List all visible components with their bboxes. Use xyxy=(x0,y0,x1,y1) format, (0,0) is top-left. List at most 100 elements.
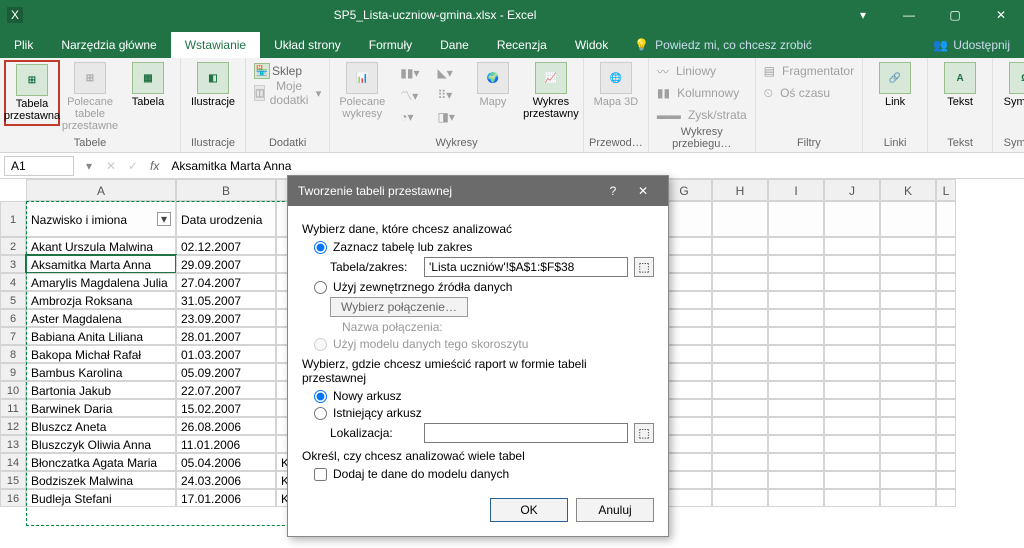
cell[interactable] xyxy=(880,399,936,417)
namebox-dropdown-icon[interactable]: ▾ xyxy=(78,159,100,173)
tab-recenzja[interactable]: Recenzja xyxy=(483,32,561,58)
cell[interactable] xyxy=(936,345,956,363)
cell[interactable] xyxy=(880,363,936,381)
collapse-dialog-icon[interactable]: ⬚ xyxy=(634,257,654,277)
row-header[interactable]: 5 xyxy=(0,291,26,309)
cell[interactable]: Bodziszek Malwina xyxy=(26,471,176,489)
cell[interactable] xyxy=(824,291,880,309)
radio-new-sheet[interactable] xyxy=(314,390,327,403)
close-icon[interactable]: ✕ xyxy=(978,0,1024,30)
cell[interactable]: 02.12.2007 xyxy=(176,237,276,255)
cell[interactable] xyxy=(768,237,824,255)
slicer-button[interactable]: ▤ Fragmentator xyxy=(760,60,858,82)
tab-plik[interactable]: Plik xyxy=(0,32,47,58)
cell[interactable]: Bambus Karolina xyxy=(26,363,176,381)
cell[interactable] xyxy=(880,309,936,327)
row-header[interactable]: 7 xyxy=(0,327,26,345)
cell[interactable] xyxy=(768,471,824,489)
cell[interactable] xyxy=(712,471,768,489)
cell[interactable] xyxy=(712,363,768,381)
sparkline-line-button[interactable]: 〰 Liniowy xyxy=(653,60,751,82)
tab-dane[interactable]: Dane xyxy=(426,32,483,58)
cell[interactable]: 31.05.2007 xyxy=(176,291,276,309)
cell[interactable]: 01.03.2007 xyxy=(176,345,276,363)
cell[interactable] xyxy=(768,453,824,471)
cell[interactable] xyxy=(936,471,956,489)
text-button[interactable]: A Tekst xyxy=(932,60,988,110)
location-input[interactable] xyxy=(424,423,628,443)
header-cell[interactable]: Data urodzenia▾ xyxy=(176,201,276,237)
cancel-formula-icon[interactable]: ✕ xyxy=(100,159,122,173)
header-cell[interactable] xyxy=(936,201,956,237)
cell[interactable] xyxy=(824,417,880,435)
cell[interactable] xyxy=(936,327,956,345)
recommended-charts-button[interactable]: 📊 Polecane wykresy xyxy=(334,60,390,122)
maps-button[interactable]: 🌍 Mapy xyxy=(465,60,521,110)
cell[interactable] xyxy=(936,435,956,453)
cell[interactable]: 05.09.2007 xyxy=(176,363,276,381)
cell[interactable]: 22.07.2007 xyxy=(176,381,276,399)
chart-type-6[interactable]: ◨▾ xyxy=(434,106,459,128)
header-cell[interactable]: Nazwisko i imiona▾ xyxy=(26,201,176,237)
cell[interactable] xyxy=(768,255,824,273)
cell[interactable]: Amarylis Magdalena Julia xyxy=(26,273,176,291)
option-table-range[interactable]: Zaznacz tabelę lub zakres xyxy=(314,240,654,254)
cell[interactable] xyxy=(712,345,768,363)
symbols-button[interactable]: Ω Symbole xyxy=(997,60,1024,110)
share-button[interactable]: 👥 Udostępnij xyxy=(919,32,1024,58)
column-header[interactable]: I xyxy=(768,179,824,201)
cell[interactable]: Bluszcz Aneta xyxy=(26,417,176,435)
cell[interactable] xyxy=(880,435,936,453)
chart-type-2[interactable]: 〽▾ xyxy=(396,84,423,106)
cell[interactable] xyxy=(712,255,768,273)
cell[interactable] xyxy=(880,327,936,345)
formula-input[interactable]: Aksamitka Marta Anna xyxy=(165,157,1024,175)
cell[interactable] xyxy=(936,309,956,327)
cell[interactable] xyxy=(880,345,936,363)
accept-formula-icon[interactable]: ✓ xyxy=(122,159,144,173)
tab-uklad-strony[interactable]: Układ strony xyxy=(260,32,355,58)
cell[interactable] xyxy=(768,417,824,435)
cell[interactable] xyxy=(712,399,768,417)
column-header[interactable]: B xyxy=(176,179,276,201)
tell-me-search[interactable]: 💡 Powiedz mi, co chcesz zrobić xyxy=(622,32,919,58)
cell[interactable]: 05.04.2006 xyxy=(176,453,276,471)
checkbox-add-to-model[interactable]: Dodaj te dane do modelu danych xyxy=(314,467,654,481)
dialog-titlebar[interactable]: Tworzenie tabeli przestawnej ? ✕ xyxy=(288,176,668,206)
cell[interactable] xyxy=(712,453,768,471)
collapse-dialog-icon-2[interactable]: ⬚ xyxy=(634,423,654,443)
maximize-icon[interactable]: ▢ xyxy=(932,0,978,30)
cell[interactable] xyxy=(936,381,956,399)
cell[interactable] xyxy=(936,291,956,309)
cell[interactable]: 29.09.2007 xyxy=(176,255,276,273)
cell[interactable] xyxy=(768,435,824,453)
cell[interactable]: Błonczatka Agata Maria xyxy=(26,453,176,471)
row-header[interactable]: 16 xyxy=(0,489,26,507)
chart-type-5[interactable]: ⠿▾ xyxy=(434,84,459,106)
header-cell[interactable] xyxy=(880,201,936,237)
cell[interactable] xyxy=(712,309,768,327)
sparkline-winloss-button[interactable]: ▬▬ Zysk/strata xyxy=(653,104,751,126)
addins-button[interactable]: ◫Moje dodatki ▾ xyxy=(250,82,325,104)
option-external-source[interactable]: Użyj zewnętrznego źródła danych xyxy=(314,280,654,294)
chart-type-1[interactable]: ▮▮▾ xyxy=(396,62,423,84)
cell[interactable] xyxy=(936,273,956,291)
cell[interactable]: 27.04.2007 xyxy=(176,273,276,291)
cell[interactable] xyxy=(936,399,956,417)
cell[interactable]: Bakopa Michał Rafał xyxy=(26,345,176,363)
cell[interactable] xyxy=(824,237,880,255)
cell[interactable] xyxy=(824,363,880,381)
cell[interactable] xyxy=(880,471,936,489)
row-header[interactable]: 15 xyxy=(0,471,26,489)
cell[interactable] xyxy=(880,255,936,273)
cell[interactable] xyxy=(936,237,956,255)
row-header[interactable]: 11 xyxy=(0,399,26,417)
cell[interactable]: Budleja Stefani xyxy=(26,489,176,507)
option-existing-sheet[interactable]: Istniejący arkusz xyxy=(314,406,654,420)
option-new-sheet[interactable]: Nowy arkusz xyxy=(314,389,654,403)
cell[interactable] xyxy=(712,489,768,507)
cell[interactable] xyxy=(768,363,824,381)
cell[interactable] xyxy=(880,381,936,399)
cell[interactable] xyxy=(824,345,880,363)
cell[interactable]: 26.08.2006 xyxy=(176,417,276,435)
